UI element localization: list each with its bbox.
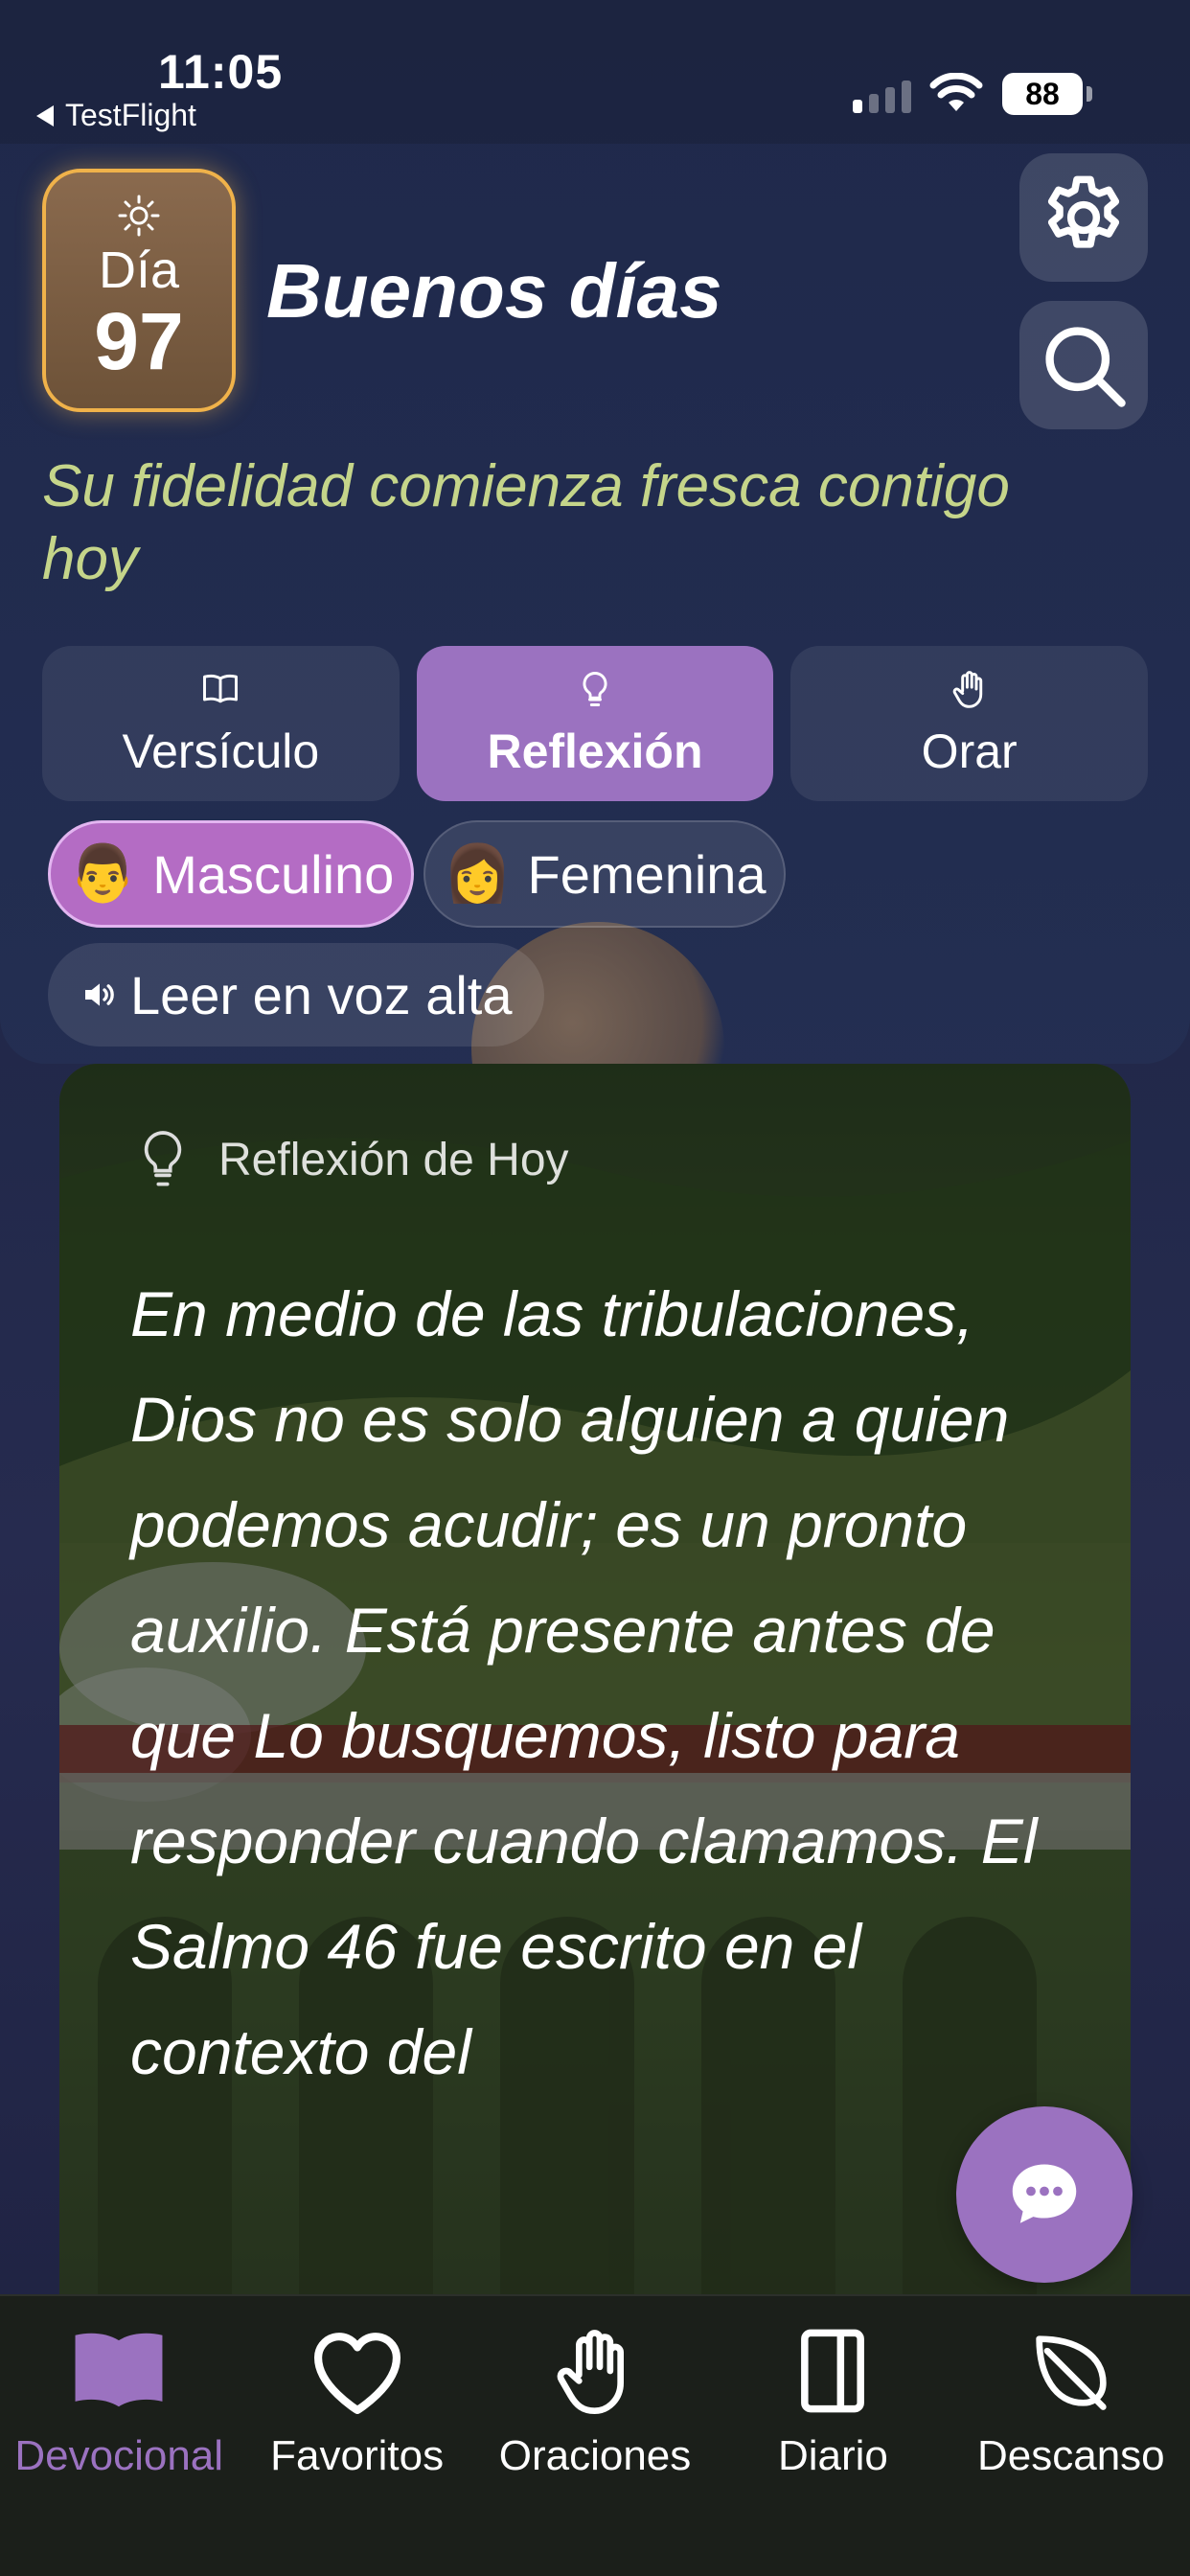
gear-icon [1047,175,1120,248]
tabbar-favoritos[interactable]: Favoritos [238,2296,475,2576]
day-badge: Día 97 [42,169,236,412]
lightbulb-icon [144,1131,182,1186]
hand-icon [952,671,982,708]
tab-label: Reflexión [487,724,703,778]
battery-indicator: 88 [1002,73,1092,115]
voice-option-label: Masculino [152,843,395,905]
tabbar-devocional[interactable]: Devocional [0,2296,238,2576]
sun-icon [118,195,160,237]
voice-option-femenina[interactable]: 👩 Femenina [423,820,786,928]
status-bar: 11:05 TestFlight 88 [0,0,1190,144]
reflection-header: Reflexión de Hoy [136,1125,569,1194]
back-to-app-button[interactable]: TestFlight [36,98,196,133]
tab-label: Orar [921,724,1018,778]
tabbar-label: Diario [777,2432,888,2479]
back-app-label: TestFlight [65,98,196,132]
tabbar-descanso[interactable]: Descanso [952,2296,1190,2576]
tabbar-label: Descanso [976,2432,1165,2479]
tab-versiculo[interactable]: Versículo [42,646,400,801]
content-tabs: Versículo Reflexión Orar [42,646,1149,801]
tabbar-label: Devocional [14,2432,224,2479]
reflection-header-label: Reflexión de Hoy [218,1134,569,1185]
tabbar-label: Oraciones [498,2432,692,2479]
lightbulb-icon [583,672,607,706]
back-arrow-icon [36,104,54,126]
man-emoji-icon: 👨 [68,842,138,905]
read-aloud-button[interactable]: Leer en voz alta [48,943,545,1046]
greeting-title: Buenos días [266,248,722,334]
voice-option-label: Femenina [527,843,767,905]
search-icon [1045,327,1126,407]
voice-selector: 👨 Masculino 👩 Femenina [48,820,786,928]
wifi-icon [929,73,983,111]
tab-reflexion[interactable]: Reflexión [416,646,774,801]
voice-option-masculino[interactable]: 👨 Masculino [48,820,415,928]
tabbar-oraciones[interactable]: Oraciones [476,2296,714,2576]
leaf-icon [1036,2335,1107,2410]
chat-button[interactable] [956,2106,1133,2283]
read-aloud-label: Leer en voz alta [130,964,513,1025]
journal-icon [801,2329,865,2413]
hand-icon [557,2330,625,2414]
tab-orar[interactable]: Orar [790,646,1149,801]
reflection-card: Reflexión de Hoy En medio de las tribula… [59,1064,1131,2310]
tabbar-label: Favoritos [270,2432,445,2479]
day-number: 97 [94,296,184,386]
search-button[interactable] [1019,301,1148,429]
tab-label: Versículo [122,724,320,778]
cellular-signal-icon [853,80,911,113]
heart-icon [313,2333,400,2414]
tabbar-diario[interactable]: Diario [714,2296,951,2576]
day-label: Día [98,242,180,299]
woman-emoji-icon: 👩 [443,842,513,905]
daily-subtitle: Su fidelidad comienza fresca contigo hoy [42,453,1010,592]
reflection-text: En medio de las tribulaciones, Dios no e… [130,1278,1038,2087]
book-icon [203,674,239,703]
status-time: 11:05 [158,45,284,99]
bottom-tab-bar: Devocional Favoritos Oraciones Diario De… [0,2294,1190,2576]
open-book-icon [75,2333,163,2407]
settings-button[interactable] [1019,153,1148,282]
chat-bubble-icon [1012,2164,1077,2223]
speaker-icon [85,983,114,1006]
